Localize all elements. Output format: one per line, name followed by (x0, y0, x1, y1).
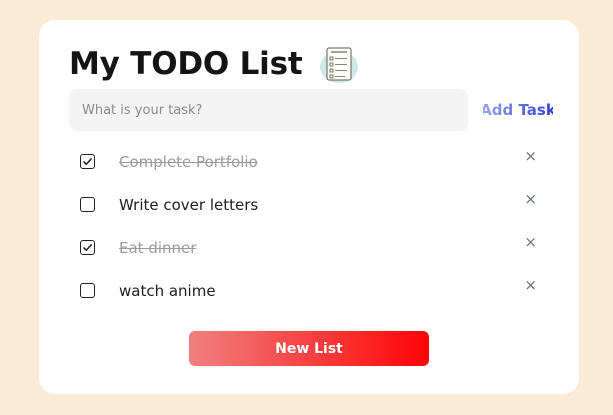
task-item: Eat dinner × (69, 226, 549, 269)
checkmark-icon (82, 243, 93, 252)
task-text: Write cover letters (119, 195, 259, 214)
delete-task-icon[interactable]: × (524, 235, 537, 250)
task-checkbox[interactable] (80, 240, 95, 255)
task-input[interactable] (69, 89, 468, 131)
notepad-checklist-icon (318, 43, 360, 85)
task-item: Complete Portfolio × (69, 140, 549, 183)
delete-task-icon[interactable]: × (524, 192, 537, 207)
add-task-button[interactable]: Add Task (480, 89, 556, 131)
title-row: My TODO List (69, 42, 360, 86)
delete-task-icon[interactable]: × (524, 149, 537, 164)
delete-task-icon[interactable]: × (524, 278, 537, 293)
task-item: watch anime × (69, 269, 549, 312)
task-list: Complete Portfolio × Write cover letters… (69, 140, 549, 312)
task-checkbox[interactable] (80, 154, 95, 169)
new-list-button[interactable]: New List (189, 331, 429, 366)
task-item: Write cover letters × (69, 183, 549, 226)
checkmark-icon (82, 157, 93, 166)
task-text: Eat dinner (119, 238, 197, 257)
todo-card: My TODO List Add Task Complete Portfolio (39, 20, 579, 394)
task-text: Complete Portfolio (119, 152, 258, 171)
task-checkbox[interactable] (80, 197, 95, 212)
task-checkbox[interactable] (80, 283, 95, 298)
task-text: watch anime (119, 281, 216, 300)
page-title: My TODO List (69, 46, 303, 82)
